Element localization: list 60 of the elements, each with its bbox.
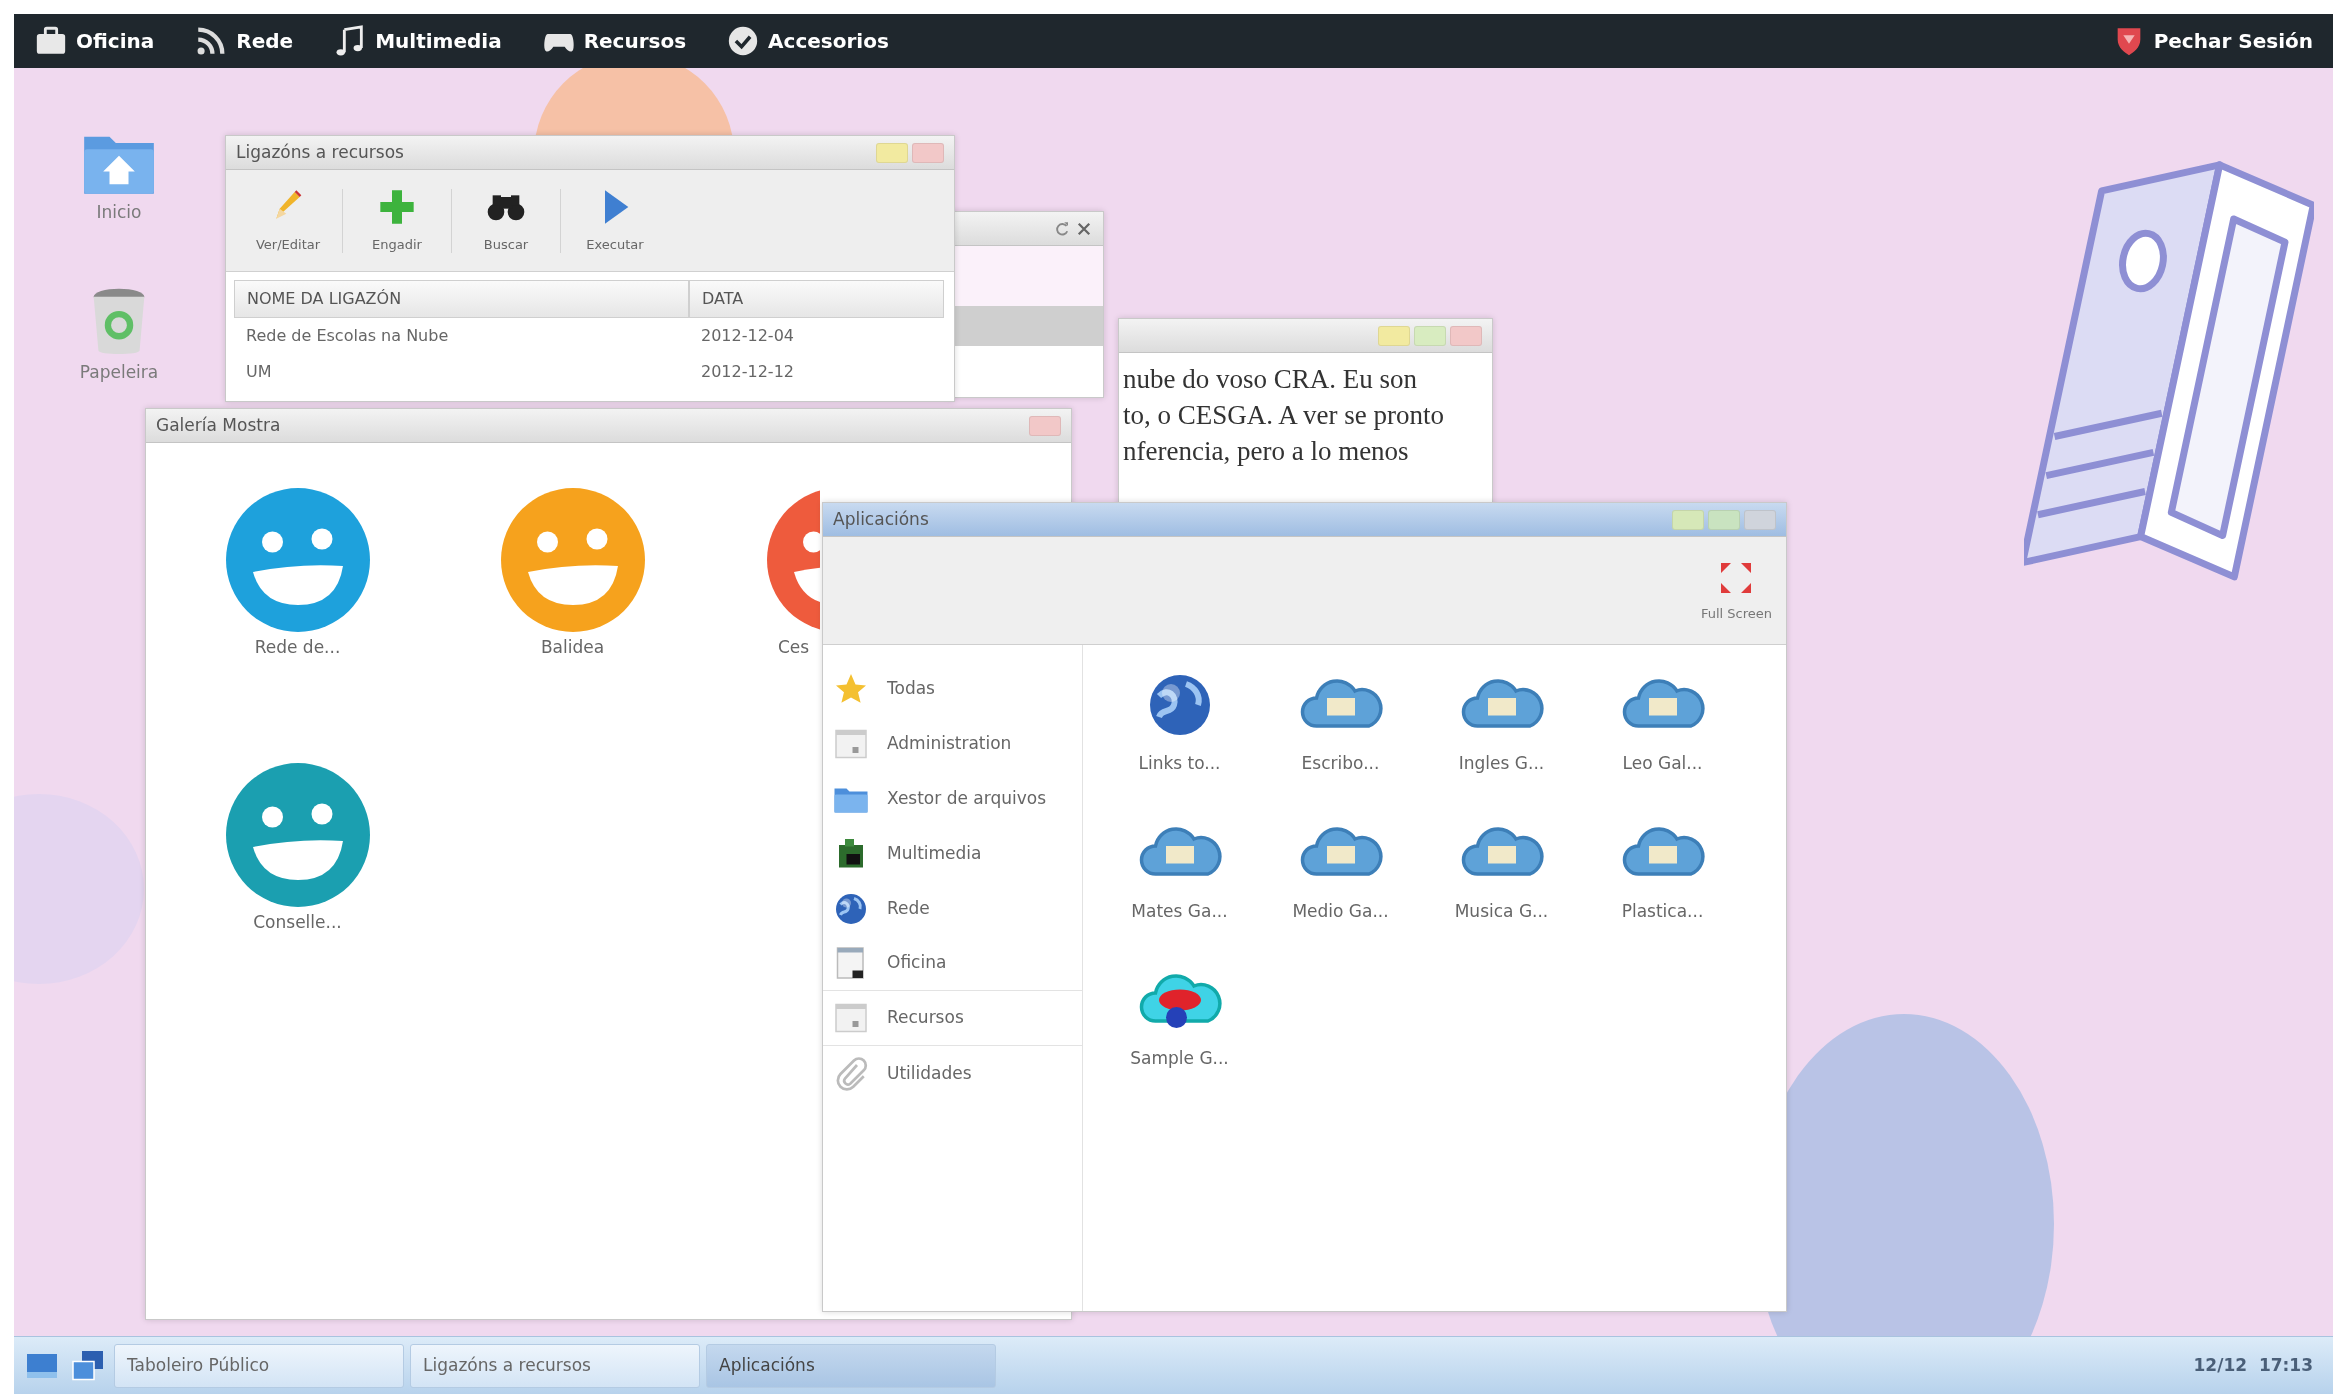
window-control-button[interactable]: [1414, 325, 1446, 346]
app-launcher[interactable]: Ingles G...: [1421, 669, 1582, 777]
app-launcher[interactable]: Links to...: [1099, 669, 1260, 777]
app-launcher[interactable]: Sample G...: [1099, 964, 1260, 1072]
window-control-button[interactable]: [1708, 509, 1740, 530]
app-launcher[interactable]: Leo Gal...: [1582, 669, 1743, 777]
table-cell-text: 2012-12-12: [700, 361, 795, 383]
menu-item[interactable]: Recursos: [521, 14, 707, 68]
app-launcher[interactable]: Plastica...: [1582, 816, 1743, 924]
category-item[interactable]: Administration: [823, 716, 1082, 771]
app-launcher[interactable]: Musica G...: [1421, 816, 1582, 924]
taskbar-button[interactable]: Taboleiro Público: [114, 1343, 404, 1388]
category-item[interactable]: Utilidades: [823, 1046, 1082, 1101]
gallery-item-label[interactable]: Balidea: [435, 635, 710, 661]
gallery-item-label[interactable]: Ces: [710, 635, 820, 661]
window-title: Ligazóns a recursos: [236, 140, 405, 164]
desktop-icon-label[interactable]: Inicio: [64, 200, 174, 226]
app-launcher[interactable]: Escribo...: [1260, 669, 1421, 777]
column-header[interactable]: DATA: [689, 280, 944, 318]
menu-item[interactable]: Rede: [174, 14, 314, 68]
category-item[interactable]: Xestor de arquivos: [823, 771, 1082, 826]
menu-item[interactable]: Multimedia: [313, 14, 522, 68]
category-item[interactable]: Todas: [823, 661, 1082, 716]
full-screen-button[interactable]: Full Screen: [1694, 556, 1778, 625]
taskbar-button[interactable]: Ligazóns a recursos: [410, 1343, 700, 1388]
window-title: Aplicacións: [833, 507, 930, 531]
table-cell-text: UM: [245, 361, 273, 383]
window-control-button[interactable]: [1029, 415, 1061, 436]
desktop-icon-label[interactable]: Papeleira: [64, 360, 174, 386]
category-item[interactable]: Rede: [823, 881, 1082, 936]
window-control-button[interactable]: [1744, 509, 1776, 530]
toolbar-button[interactable]: Ver/Editar: [234, 178, 342, 263]
window-control-button[interactable]: [912, 142, 944, 163]
toolbar-button[interactable]: Executar: [561, 178, 669, 263]
category-item[interactable]: Multimedia: [823, 826, 1082, 881]
window-control-button[interactable]: [1672, 509, 1704, 530]
clock: 12/12 17:13: [2193, 1353, 2313, 1377]
logout-button[interactable]: Pechar Sesión: [2091, 14, 2333, 68]
category-item[interactable]: Oficina: [823, 936, 1082, 991]
gallery-item-label[interactable]: Conselle...: [160, 910, 435, 936]
menu-item[interactable]: Oficina: [14, 14, 175, 68]
chat-text-line: nferencia, pero a lo menos: [1123, 435, 1410, 468]
toolbar-button[interactable]: Buscar: [452, 178, 560, 263]
toolbar-button[interactable]: Engadir: [343, 178, 451, 263]
chat-text-line: to, o CESGA. A ver se pronto: [1123, 399, 1445, 432]
table-cell-text: 2012-12-04: [700, 325, 795, 347]
gallery-item-label[interactable]: Rede de...: [160, 635, 435, 661]
app-launcher[interactable]: Medio Ga...: [1260, 816, 1421, 924]
refresh-icon[interactable]: [1053, 219, 1071, 238]
table-cell-text: Rede de Escolas na Nube: [245, 325, 450, 347]
column-header[interactable]: NOME DA LIGAZÓN: [234, 280, 689, 318]
window-control-button[interactable]: [1450, 325, 1482, 346]
category-item[interactable]: Recursos: [823, 991, 1082, 1046]
menu-item[interactable]: Accesorios: [706, 14, 909, 68]
app-launcher[interactable]: Mates Ga...: [1099, 816, 1260, 924]
window-control-button[interactable]: [876, 142, 908, 163]
window-control-button[interactable]: [1378, 325, 1410, 346]
window-title: Galería Mostra: [156, 413, 282, 437]
taskbar-button[interactable]: Aplicacións: [706, 1343, 996, 1388]
chat-text-line: nube do voso CRA. Eu son: [1123, 363, 1418, 396]
